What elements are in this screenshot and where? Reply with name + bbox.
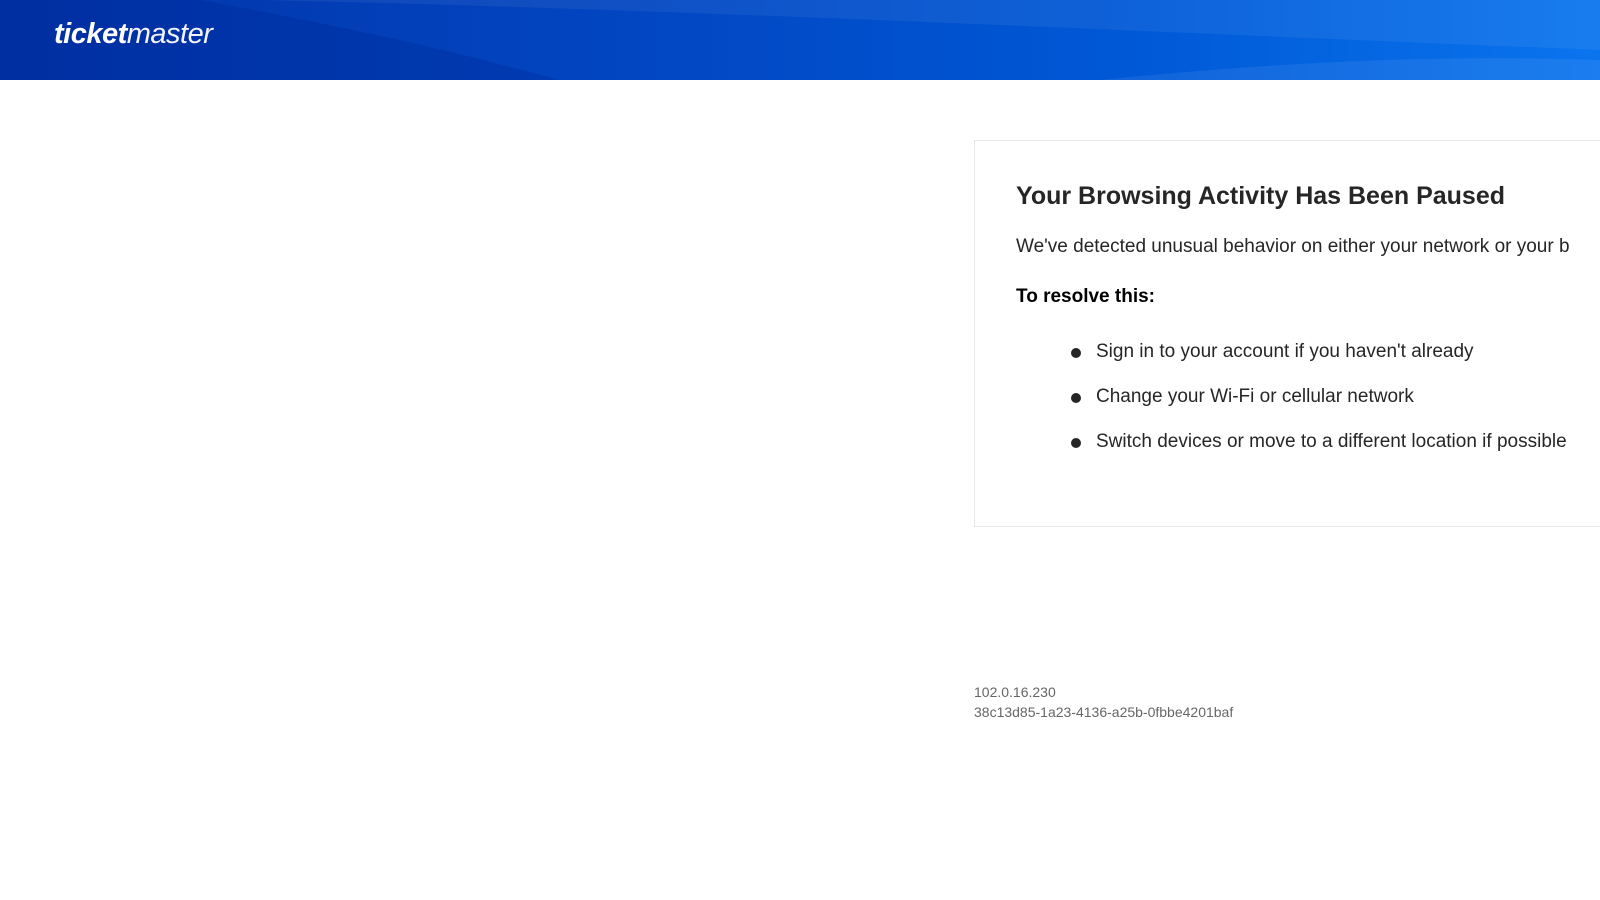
- page-title: Your Browsing Activity Has Been Paused: [1016, 182, 1506, 210]
- step-text: Change your Wi-Fi or cellular network: [1096, 386, 1414, 407]
- logo-text-primary: ticket: [54, 18, 127, 50]
- bullet-icon: [1071, 348, 1081, 358]
- bullet-icon: [1071, 438, 1081, 448]
- ticketmaster-logo[interactable]: ticketmaster: [54, 18, 213, 50]
- paused-notice-card: Your Browsing Activity Has Been Paused W…: [974, 140, 1600, 527]
- request-id: 38c13d85-1a23-4136-a25b-0fbbe4201baf: [974, 704, 1234, 720]
- ip-address: 102.0.16.230: [974, 684, 1056, 700]
- header-swoosh-decoration: [0, 0, 1600, 80]
- logo-text-secondary: master: [126, 18, 213, 50]
- step-text: Sign in to your account if you haven't a…: [1096, 341, 1474, 362]
- bullet-icon: [1071, 393, 1081, 403]
- step-text: Switch devices or move to a different lo…: [1096, 431, 1567, 452]
- request-info: 102.0.16.230 38c13d85-1a23-4136-a25b-0fb…: [974, 682, 1233, 722]
- notice-description: We've detected unusual behavior on eithe…: [1016, 236, 1570, 257]
- site-header: ticketmaster: [0, 0, 1600, 80]
- resolve-heading: To resolve this:: [1016, 286, 1156, 307]
